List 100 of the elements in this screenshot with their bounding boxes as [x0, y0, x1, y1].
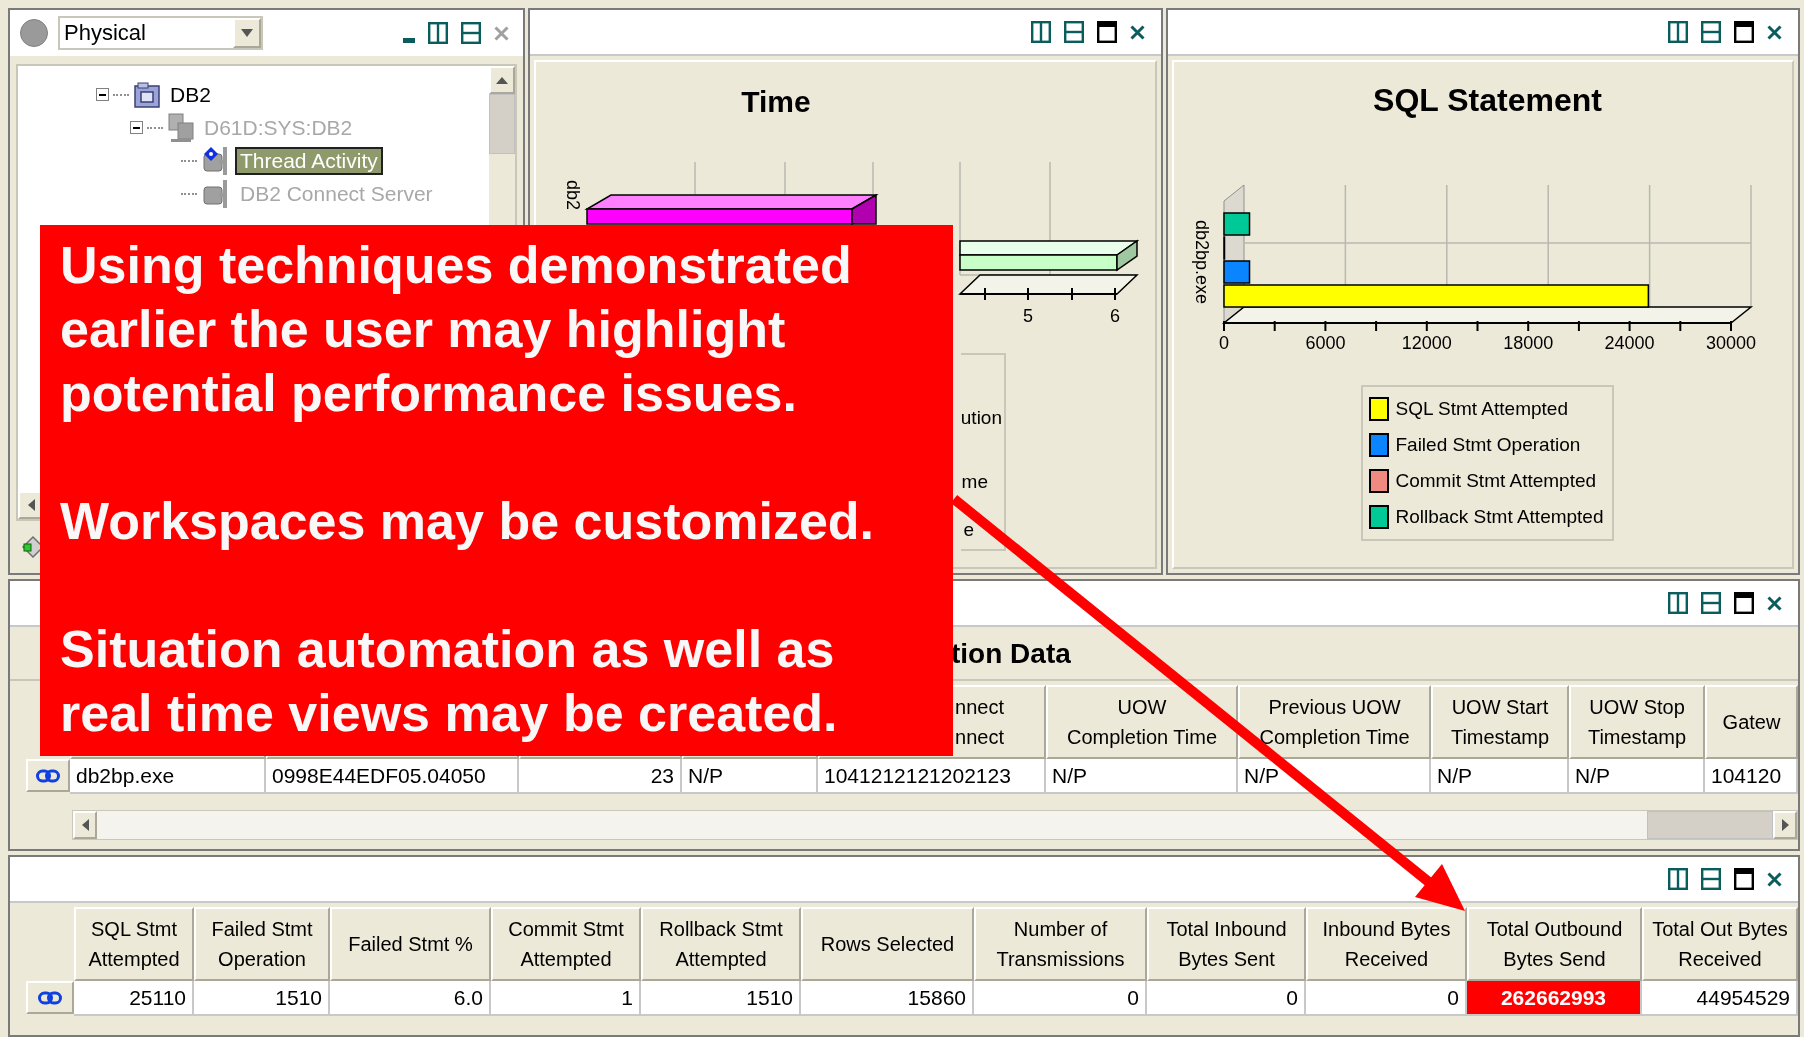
tree-item[interactable]: DB2	[165, 80, 216, 109]
table-cell: 1510	[641, 981, 801, 1016]
legend-label: Failed Stmt Operation	[1395, 434, 1581, 456]
collapse-toggle[interactable]	[96, 88, 109, 101]
legend-label: Rollback Stmt Attempted	[1395, 506, 1604, 528]
column-header[interactable]: Number of Transmissions	[974, 907, 1147, 981]
column-header[interactable]: Previous UOW Completion Time	[1238, 685, 1431, 759]
tick-label: 6	[1110, 306, 1120, 326]
axis-label: db2	[563, 180, 583, 211]
column-header[interactable]: SQL Stmt Attempted	[74, 907, 194, 981]
table-cell: N/P	[1569, 759, 1705, 794]
table-cell: 1041212121202123	[818, 759, 1046, 794]
server-icon	[167, 112, 195, 143]
link-icon	[38, 990, 62, 1005]
left-arrow-icon	[27, 499, 35, 511]
legend-label: ution	[960, 407, 1002, 428]
table-cell: db2bp.exe	[70, 759, 266, 794]
column-header[interactable]: UOW Stop Timestamp	[1569, 685, 1705, 759]
tick-label: 30000	[1705, 333, 1757, 353]
column-header[interactable]: Inbound Bytes Received	[1306, 907, 1467, 981]
table-cell: 0998E44EDF05.04050	[266, 759, 519, 794]
close-icon[interactable]	[1767, 595, 1782, 611]
close-icon[interactable]	[1130, 24, 1145, 40]
maximize-icon[interactable]	[1097, 21, 1117, 43]
tick-label: 18000	[1503, 333, 1554, 353]
maximize-icon[interactable]	[1734, 868, 1754, 890]
maximize-icon[interactable]	[1734, 21, 1754, 43]
split-horizontal-icon[interactable]	[461, 22, 481, 44]
row-link-button[interactable]	[26, 981, 74, 1014]
link-icon	[36, 768, 60, 783]
right-arrow-icon	[1781, 819, 1789, 831]
scrollbar-thumb[interactable]	[1647, 811, 1773, 839]
table-cell: N/P	[1046, 759, 1238, 794]
status-orb-icon	[20, 19, 48, 47]
table-cell: 0	[1306, 981, 1467, 1016]
split-horizontal-icon[interactable]	[1701, 868, 1721, 890]
split-vertical-icon[interactable]	[428, 22, 448, 44]
column-header[interactable]: Total Outbound Bytes Send	[1467, 907, 1642, 981]
chart-title: SQL Statement	[1373, 82, 1602, 119]
tick-label: 24000	[1604, 333, 1655, 353]
split-horizontal-icon[interactable]	[1064, 21, 1084, 43]
scroll-up-button[interactable]	[489, 66, 515, 94]
table-cell: 1	[491, 981, 641, 1016]
column-header[interactable]: Failed Stmt Operation	[194, 907, 330, 981]
scroll-left-button[interactable]	[73, 811, 97, 839]
table-cell: 0	[974, 981, 1147, 1016]
view-dropdown[interactable]: Physical	[58, 16, 263, 50]
table-cell: 6.0	[330, 981, 491, 1016]
table-cell: N/P	[682, 759, 818, 794]
table-cell: 104120	[1705, 759, 1798, 794]
tick-label: 5	[1023, 306, 1033, 326]
column-header[interactable]: UOW Completion Time	[1046, 685, 1238, 759]
table-title: tion Data	[951, 638, 1071, 670]
scroll-right-button[interactable]	[1773, 811, 1797, 839]
horizontal-scrollbar[interactable]	[72, 810, 1798, 840]
row-link-button[interactable]	[26, 759, 70, 792]
table-cell: 1510	[194, 981, 330, 1016]
column-header[interactable]: Rows Selected	[801, 907, 974, 981]
legend-label: e	[963, 519, 974, 540]
table-cell: 23	[519, 759, 682, 794]
column-header[interactable]: Total Out Bytes Received	[1642, 907, 1798, 981]
dropdown-caret-icon[interactable]	[241, 29, 253, 37]
table-cell: N/P	[1238, 759, 1431, 794]
legend-label: me	[961, 471, 988, 492]
column-header[interactable]: nnect nnect	[955, 692, 1004, 752]
split-vertical-icon[interactable]	[1668, 592, 1688, 614]
callout-text: Using techniques demonstrated earlier the user may highlight potential performance issues.	[60, 235, 853, 424]
column-header[interactable]: Failed Stmt %	[330, 907, 491, 981]
column-header[interactable]: Total Inbound Bytes Sent	[1147, 907, 1306, 981]
chart-title: Time	[741, 85, 811, 118]
split-vertical-icon[interactable]	[1668, 868, 1688, 890]
split-horizontal-icon[interactable]	[1701, 21, 1721, 43]
split-vertical-icon[interactable]	[1668, 21, 1688, 43]
column-header[interactable]: Commit Stmt Attempted	[491, 907, 641, 981]
callout-text: Situation automation as well as real time views may be created.	[60, 619, 839, 744]
callout-text: Workspaces may be customized.	[60, 491, 876, 552]
database-icon	[133, 80, 161, 109]
close-icon[interactable]	[1767, 24, 1782, 40]
split-vertical-icon[interactable]	[1031, 21, 1051, 43]
scrollbar-thumb[interactable]	[489, 94, 515, 154]
table-cell: 44954529	[1642, 981, 1798, 1016]
split-horizontal-icon[interactable]	[1701, 592, 1721, 614]
tick-label: 12000	[1401, 333, 1452, 353]
close-icon[interactable]	[1767, 871, 1782, 887]
table-cell: N/P	[1431, 759, 1569, 794]
left-arrow-icon	[81, 819, 89, 831]
table-cell: 0	[1147, 981, 1306, 1016]
legend-label: Commit Stmt Attempted	[1395, 470, 1597, 492]
tick-label: 0	[1219, 333, 1229, 353]
category-label: db2bp.exe	[1192, 219, 1212, 305]
column-header[interactable]: Rollback Stmt Attempted	[641, 907, 801, 981]
maximize-icon[interactable]	[1734, 592, 1754, 614]
table-cell: 25110	[74, 981, 194, 1016]
legend-label: SQL Stmt Attempted	[1395, 398, 1568, 420]
minimize-icon[interactable]	[403, 37, 415, 43]
column-header[interactable]: UOW Start Timestamp	[1431, 685, 1569, 759]
table-cell: 262662993	[1467, 981, 1642, 1016]
table-cell: 15860	[801, 981, 974, 1016]
up-arrow-icon	[496, 76, 508, 84]
column-header[interactable]: Gatew	[1705, 685, 1798, 759]
